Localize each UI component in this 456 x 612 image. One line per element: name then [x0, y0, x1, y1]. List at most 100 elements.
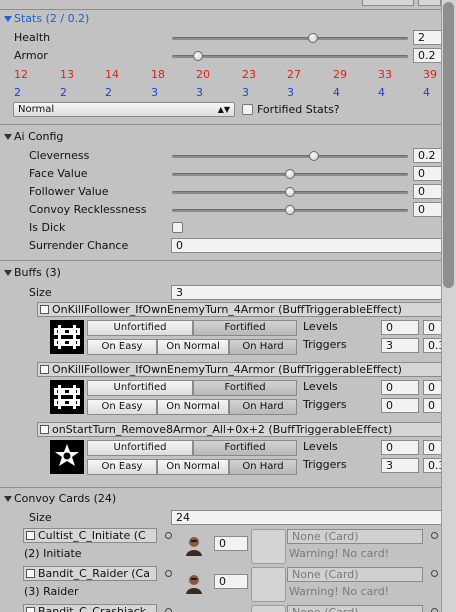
ai-slider-track[interactable] — [172, 155, 408, 158]
ai-row-field[interactable]: 0.2 — [413, 148, 443, 163]
unfortified-button[interactable]: Unfortified — [87, 440, 193, 456]
ai-config-header[interactable]: Ai Config — [14, 130, 63, 143]
levels-field[interactable]: 0 — [381, 440, 419, 455]
buff-object-field[interactable]: OnKillFollower_IfOwnEnemyTurn_4Armor (Bu… — [37, 362, 443, 377]
on-easy-button[interactable]: On Easy — [87, 459, 157, 475]
ai-row-label: Face Value — [29, 167, 88, 180]
card-count-field[interactable]: 0 — [214, 574, 248, 589]
triggers-field[interactable]: 0.3 — [423, 338, 443, 353]
fortified-stats-checkbox[interactable] — [242, 104, 253, 115]
on-hard-button[interactable]: On Hard — [229, 339, 297, 355]
levels-field[interactable]: 0 — [423, 380, 443, 395]
ai-slider-knob[interactable] — [285, 205, 295, 215]
fortified-button[interactable]: Fortified — [193, 320, 297, 336]
red-value: 39 — [423, 68, 437, 81]
asset-icon — [26, 569, 35, 578]
ai-row-field[interactable]: 0 — [413, 184, 443, 199]
on-normal-button[interactable]: On Normal — [157, 459, 229, 475]
red-value: 12 — [14, 68, 28, 81]
is-dick-checkbox[interactable] — [172, 222, 183, 233]
blue-value: 4 — [423, 86, 430, 99]
object-picker-icon[interactable] — [165, 532, 172, 539]
health-slider-knob[interactable] — [308, 33, 318, 43]
armor-slider-knob[interactable] — [193, 51, 203, 61]
on-easy-button[interactable]: On Easy — [87, 399, 157, 415]
buff-object-field[interactable]: OnKillFollower_IfOwnEnemyTurn_4Armor (Bu… — [37, 302, 443, 317]
triggers-field[interactable]: 0 — [423, 398, 443, 413]
ai-row-label: Cleverness — [29, 149, 90, 162]
blue-value: 4 — [333, 86, 340, 99]
scrollbar-thumb[interactable] — [443, 2, 454, 288]
buff-object-field[interactable]: onStartTurn_Remove8Armor_All+0x+2 (BuffT… — [37, 422, 443, 437]
unfortified-button[interactable]: Unfortified — [87, 320, 193, 336]
levels-field[interactable]: 0 — [381, 320, 419, 335]
convoy-foldout-arrow[interactable] — [4, 496, 12, 502]
script-asset-icon — [40, 425, 49, 434]
convoy-header[interactable]: Convoy Cards (24) — [14, 492, 116, 505]
triggers-field[interactable]: 3 — [381, 458, 419, 473]
card-slot-preview — [251, 567, 286, 602]
health-slider-track[interactable] — [172, 37, 408, 40]
object-picker-icon[interactable] — [431, 608, 438, 612]
buff-name: OnKillFollower_IfOwnEnemyTurn_4Armor (Bu… — [52, 303, 402, 316]
barricade-icon — [50, 320, 84, 354]
on-easy-button[interactable]: On Easy — [87, 339, 157, 355]
ai-slider-knob[interactable] — [309, 151, 319, 161]
card-slot-preview — [251, 605, 286, 612]
object-picker-icon[interactable] — [165, 608, 172, 612]
card-asset-name: Bandit_C_Crashjack — [38, 605, 147, 612]
red-value: 23 — [242, 68, 256, 81]
health-field[interactable]: 2 — [413, 30, 443, 45]
ai-slider-knob[interactable] — [285, 169, 295, 179]
blue-value: 3 — [242, 86, 249, 99]
buffs-header[interactable]: Buffs (3) — [14, 266, 61, 279]
armor-field[interactable]: 0.2 — [413, 48, 443, 63]
card-asset-field[interactable]: Cultist_C_Initiate (C — [23, 528, 157, 543]
levels-field[interactable]: 0 — [423, 320, 443, 335]
on-normal-button[interactable]: On Normal — [157, 339, 229, 355]
on-hard-button[interactable]: On Hard — [229, 459, 297, 475]
on-hard-button[interactable]: On Hard — [229, 399, 297, 415]
buffs-size-label: Size — [29, 286, 52, 299]
fortified-button[interactable]: Fortified — [193, 440, 297, 456]
buffs-foldout-arrow[interactable] — [4, 270, 12, 276]
card-asset-field[interactable]: Bandit_C_Raider (Ca — [23, 566, 157, 581]
card-asset-field[interactable]: Bandit_C_Crashjack — [23, 604, 157, 612]
blue-value: 2 — [105, 86, 112, 99]
convoy-size-field[interactable]: 24 — [171, 510, 443, 525]
red-value: 29 — [333, 68, 347, 81]
divider — [0, 9, 441, 10]
levels-field[interactable]: 0 — [423, 440, 443, 455]
divider — [0, 124, 441, 125]
none-card-field[interactable]: None (Card) — [287, 605, 423, 612]
object-picker-icon[interactable] — [431, 532, 438, 539]
armor-slider-track[interactable] — [172, 55, 408, 58]
ai-row-field[interactable]: 0 — [413, 202, 443, 217]
fortified-button[interactable]: Fortified — [193, 380, 297, 396]
card-asset-name: Cultist_C_Initiate (C — [38, 529, 146, 542]
triggers-field[interactable]: 0.3 — [423, 458, 443, 473]
difficulty-dropdown[interactable]: Normal ▲▼ — [13, 102, 235, 117]
surrender-chance-field[interactable]: 0 — [171, 238, 443, 253]
triggers-field[interactable]: 3 — [381, 338, 419, 353]
triggers-label: Triggers — [303, 398, 347, 411]
levels-field[interactable]: 0 — [381, 380, 419, 395]
blue-value: 4 — [378, 86, 385, 99]
card-count-field[interactable]: 0 — [214, 536, 248, 551]
is-dick-label: Is Dick — [29, 221, 66, 234]
on-normal-button[interactable]: On Normal — [157, 399, 229, 415]
levels-label: Levels — [303, 440, 338, 453]
none-card-field[interactable]: None (Card) — [287, 567, 423, 582]
unfortified-button[interactable]: Unfortified — [87, 380, 193, 396]
stats-header[interactable]: Stats (2 / 0.2) — [14, 12, 89, 25]
ai-row-field[interactable]: 0 — [413, 166, 443, 181]
object-picker-icon[interactable] — [165, 570, 172, 577]
buffs-size-field[interactable]: 3 — [171, 285, 443, 300]
triggers-field[interactable]: 0 — [381, 398, 419, 413]
object-picker-icon[interactable] — [431, 570, 438, 577]
ai-config-foldout-arrow[interactable] — [4, 134, 12, 140]
ai-slider-knob[interactable] — [285, 187, 295, 197]
stats-foldout-arrow[interactable] — [4, 16, 12, 22]
divider — [0, 260, 441, 261]
none-card-field[interactable]: None (Card) — [287, 529, 423, 544]
